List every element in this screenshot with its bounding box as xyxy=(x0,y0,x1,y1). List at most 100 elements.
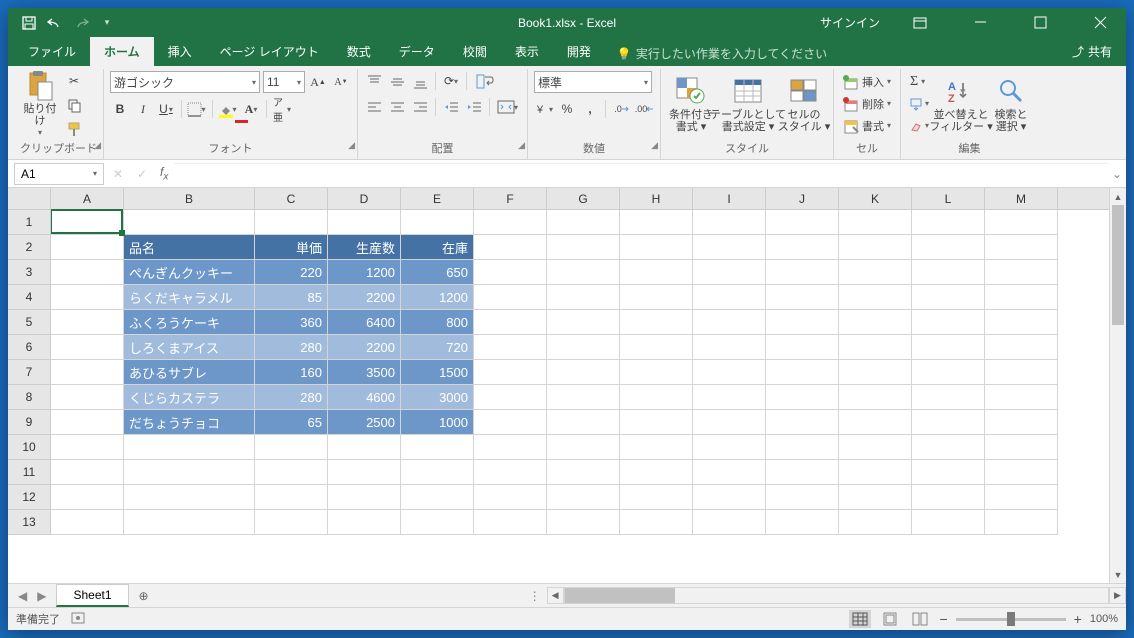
select-all-corner[interactable] xyxy=(8,188,51,210)
cell-M10[interactable] xyxy=(985,435,1058,460)
format-painter-button[interactable] xyxy=(64,119,84,139)
cell-A11[interactable] xyxy=(51,460,124,485)
cell-K13[interactable] xyxy=(839,510,912,535)
column-header-I[interactable]: I xyxy=(693,188,766,209)
merge-center-button[interactable]: ▾ xyxy=(495,97,521,117)
conditional-format-button[interactable]: 条件付き 書式 ▾ xyxy=(667,71,715,137)
cell-A1[interactable] xyxy=(51,210,124,235)
sort-filter-button[interactable]: AZ 並べ替えと フィルター ▾ xyxy=(936,71,986,137)
cell-G12[interactable] xyxy=(547,485,620,510)
column-header-H[interactable]: H xyxy=(620,188,693,209)
cell-A8[interactable] xyxy=(51,385,124,410)
column-header-B[interactable]: B xyxy=(124,188,255,209)
cell-E6[interactable]: 720 xyxy=(401,335,474,360)
cell-B13[interactable] xyxy=(124,510,255,535)
cell-H4[interactable] xyxy=(620,285,693,310)
cell-M8[interactable] xyxy=(985,385,1058,410)
accounting-format-button[interactable]: ￥▾ xyxy=(534,99,554,119)
cell-D2[interactable]: 生産数 xyxy=(328,235,401,260)
cell-L1[interactable] xyxy=(912,210,985,235)
cell-G10[interactable] xyxy=(547,435,620,460)
cell-F12[interactable] xyxy=(474,485,547,510)
cell-C2[interactable]: 単価 xyxy=(255,235,328,260)
row-header-9[interactable]: 9 xyxy=(8,410,50,435)
enter-formula-button[interactable]: ✓ xyxy=(130,167,154,181)
cell-E12[interactable] xyxy=(401,485,474,510)
cell-B9[interactable]: だちょうチョコ xyxy=(124,410,255,435)
cell-G1[interactable] xyxy=(547,210,620,235)
cell-C7[interactable]: 160 xyxy=(255,360,328,385)
cell-D1[interactable] xyxy=(328,210,401,235)
cell-G6[interactable] xyxy=(547,335,620,360)
row-header-13[interactable]: 13 xyxy=(8,510,50,535)
cell-C1[interactable] xyxy=(255,210,328,235)
cell-A3[interactable] xyxy=(51,260,124,285)
increase-indent-button[interactable] xyxy=(464,97,484,117)
cell-C9[interactable]: 65 xyxy=(255,410,328,435)
normal-view-button[interactable] xyxy=(849,610,871,628)
cell-L6[interactable] xyxy=(912,335,985,360)
cell-A7[interactable] xyxy=(51,360,124,385)
ribbon-display-options-icon[interactable] xyxy=(900,8,940,37)
autosum-button[interactable]: Σ▾ xyxy=(907,71,932,92)
cell-A6[interactable] xyxy=(51,335,124,360)
cell-L9[interactable] xyxy=(912,410,985,435)
cell-K4[interactable] xyxy=(839,285,912,310)
cell-H11[interactable] xyxy=(620,460,693,485)
tab-home[interactable]: ホーム xyxy=(90,37,154,66)
cell-I6[interactable] xyxy=(693,335,766,360)
cell-B6[interactable]: しろくまアイス xyxy=(124,335,255,360)
cell-J2[interactable] xyxy=(766,235,839,260)
cell-A10[interactable] xyxy=(51,435,124,460)
tab-data[interactable]: データ xyxy=(385,37,449,66)
cell-J3[interactable] xyxy=(766,260,839,285)
row-header-6[interactable]: 6 xyxy=(8,335,50,360)
format-cells-button[interactable]: 書式▾ xyxy=(840,115,894,136)
cell-E4[interactable]: 1200 xyxy=(401,285,474,310)
row-header-1[interactable]: 1 xyxy=(8,210,50,235)
qat-customize-icon[interactable]: ▾ xyxy=(98,14,116,32)
cell-D4[interactable]: 2200 xyxy=(328,285,401,310)
cell-K9[interactable] xyxy=(839,410,912,435)
cell-I5[interactable] xyxy=(693,310,766,335)
insert-cells-button[interactable]: 挿入▾ xyxy=(840,71,894,92)
cell-D12[interactable] xyxy=(328,485,401,510)
column-header-J[interactable]: J xyxy=(766,188,839,209)
tab-review[interactable]: 校閲 xyxy=(449,37,501,66)
find-select-button[interactable]: 検索と 選択 ▾ xyxy=(990,71,1032,137)
cell-J6[interactable] xyxy=(766,335,839,360)
cell-B4[interactable]: らくだキャラメル xyxy=(124,285,255,310)
cell-H12[interactable] xyxy=(620,485,693,510)
tab-view[interactable]: 表示 xyxy=(501,37,553,66)
fill-button[interactable]: ▾ xyxy=(907,93,932,114)
cell-I1[interactable] xyxy=(693,210,766,235)
column-header-L[interactable]: L xyxy=(912,188,985,209)
cell-I8[interactable] xyxy=(693,385,766,410)
vertical-scrollbar[interactable]: ▲ ▼ xyxy=(1109,188,1126,583)
font-dialog-launcher[interactable]: ◢ xyxy=(348,140,355,151)
format-as-table-button[interactable]: テーブルとして 書式設定 ▾ xyxy=(719,71,777,137)
cell-L3[interactable] xyxy=(912,260,985,285)
decrease-decimal-button[interactable]: .00 xyxy=(634,99,654,119)
tab-developer[interactable]: 開発 xyxy=(553,37,605,66)
cell-J9[interactable] xyxy=(766,410,839,435)
cell-L13[interactable] xyxy=(912,510,985,535)
cell-E5[interactable]: 800 xyxy=(401,310,474,335)
cell-J5[interactable] xyxy=(766,310,839,335)
wrap-text-button[interactable] xyxy=(472,71,498,91)
cell-E3[interactable]: 650 xyxy=(401,260,474,285)
signin-link[interactable]: サインイン xyxy=(820,14,880,31)
cell-C6[interactable]: 280 xyxy=(255,335,328,360)
cell-D5[interactable]: 6400 xyxy=(328,310,401,335)
alignment-dialog-launcher[interactable]: ◢ xyxy=(518,140,525,151)
cell-D8[interactable]: 4600 xyxy=(328,385,401,410)
cell-M6[interactable] xyxy=(985,335,1058,360)
cell-A5[interactable] xyxy=(51,310,124,335)
column-header-D[interactable]: D xyxy=(328,188,401,209)
cell-D11[interactable] xyxy=(328,460,401,485)
undo-icon[interactable] xyxy=(46,14,64,32)
column-header-E[interactable]: E xyxy=(401,188,474,209)
paste-button[interactable]: 貼り付け▾ xyxy=(20,71,60,137)
font-size-combo[interactable]: 11▾ xyxy=(263,71,305,93)
bold-button[interactable]: B xyxy=(110,99,130,119)
